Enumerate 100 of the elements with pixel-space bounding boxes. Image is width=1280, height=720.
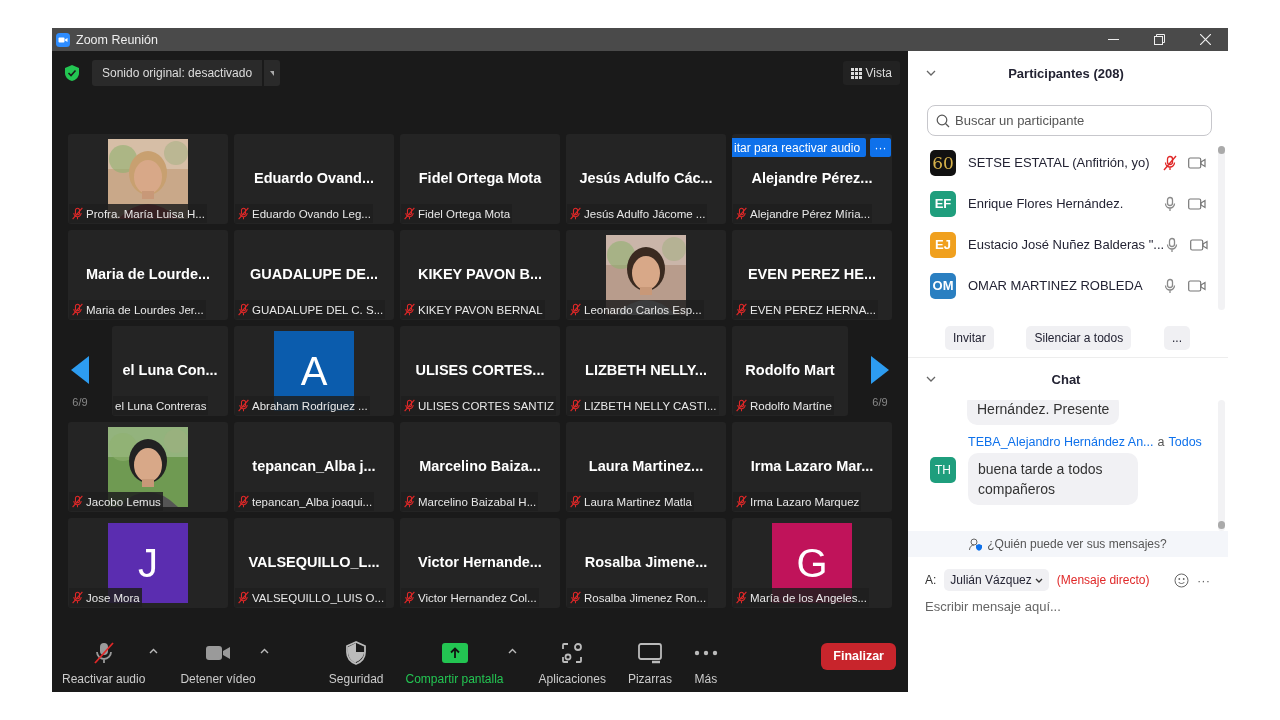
caret-icon[interactable]	[507, 648, 517, 654]
video-camera-icon[interactable]	[1190, 238, 1209, 251]
close-icon[interactable]	[1199, 34, 1211, 45]
participant-label: Laura Martinez Matla	[584, 495, 693, 508]
toolbar-button[interactable]: Compartir pantalla	[405, 640, 504, 686]
muted-mic-icon	[403, 399, 416, 412]
muted-mic-icon	[735, 207, 748, 220]
participant-row[interactable]: EF Enrique Flores Hernández.	[908, 183, 1228, 224]
participant-label: Rosalba Jimenez Ron...	[584, 591, 707, 604]
previous-page-arrow[interactable]	[71, 356, 89, 384]
panel-button[interactable]: ...	[1163, 326, 1190, 350]
muted-mic-icon	[569, 207, 582, 220]
muted-mic-icon	[403, 495, 416, 508]
participant-name: LIZBETH NELLY...	[585, 362, 707, 378]
toolbar-button[interactable]: Aplicaciones	[538, 640, 606, 686]
participant-name: EVEN PEREZ HE...	[747, 266, 877, 282]
muted-mic-icon	[237, 495, 250, 508]
sender-name[interactable]: TEBA_Alejandro Hernández An...	[968, 435, 1154, 449]
toolbar-button[interactable]: Seguridad	[328, 640, 384, 686]
muted-mic-icon	[237, 591, 250, 604]
view-button[interactable]: Vista	[842, 61, 900, 85]
mic-icon	[1162, 195, 1178, 212]
participant-label: KIKEY PAVON BERNAL	[418, 303, 543, 316]
toolbar-button[interactable]: Detener vídeo	[180, 640, 256, 686]
caret-icon[interactable]	[259, 648, 269, 654]
caret-icon[interactable]	[149, 648, 159, 654]
participant-label: ULISES CORTES SANTIZ	[418, 399, 554, 412]
apps-icon	[561, 642, 584, 664]
search-field[interactable]: Buscar un participante	[927, 105, 1212, 136]
participant-name: el Luna Con...	[122, 362, 218, 378]
participant-label: tepancan_Alba joaqui...	[252, 495, 373, 508]
chevron-down-icon[interactable]	[926, 70, 936, 76]
participant-label: Alejandre Pérez Míria...	[750, 207, 871, 220]
participant-name: GUADALUPE DE...	[249, 266, 379, 282]
muted-mic-icon	[71, 495, 84, 508]
participant-name: SETSE ESTATAL (Anfitrión, yo)	[968, 155, 1151, 170]
recipient-dropdown[interactable]: Julián Vázquez	[944, 569, 1049, 591]
participant-avatar: OM	[930, 272, 956, 299]
scrollbar[interactable]	[1218, 146, 1225, 310]
chat-message: Hernández. Presente	[967, 400, 1120, 425]
muted-mic-icon	[735, 495, 748, 508]
shield-icon	[345, 641, 368, 665]
participant-label: Jacobo Lemus	[86, 495, 161, 508]
video-camera-icon[interactable]	[1188, 279, 1206, 292]
muted-mic-icon	[237, 207, 250, 220]
participant-row[interactable]: 60 SETSE ESTATAL (Anfitrión, yo)	[908, 142, 1228, 183]
muted-mic-icon	[735, 399, 748, 412]
grid-icon	[850, 67, 862, 79]
toolbar-button[interactable]: Reactivar audio	[62, 640, 146, 686]
participant-name: OMAR MARTINEZ ROBLEDA	[968, 278, 1144, 293]
participant-name: Eustacio José Nuñez Balderas "...	[968, 237, 1165, 252]
dropdown-caret[interactable]	[264, 60, 281, 86]
more-icon	[693, 649, 718, 657]
participant-label: LIZBETH NELLY CASTI...	[584, 399, 717, 412]
video-camera-icon[interactable]	[1188, 156, 1206, 169]
scrollbar[interactable]	[1218, 400, 1225, 531]
participant-name: Jesús Adulfo Các...	[579, 170, 713, 186]
panel-button[interactable]: Invitar	[945, 326, 994, 350]
muted-mic-icon	[71, 207, 84, 220]
shield-check-icon[interactable]	[65, 65, 79, 81]
participant-name: KIKEY PAVON B...	[417, 266, 543, 282]
participant-name: ULISES CORTES...	[415, 362, 545, 378]
next-page-arrow[interactable]	[871, 356, 889, 384]
participant-avatar: 60	[930, 149, 956, 176]
participant-name: Marcelino Baiza...	[419, 458, 541, 474]
participant-row[interactable]: OM OMAR MARTINEZ ROBLEDA	[908, 265, 1228, 306]
muted-mic-icon	[569, 495, 582, 508]
participant-name: Victor Hernande...	[418, 554, 542, 570]
more-button[interactable]: ···	[1197, 572, 1210, 588]
toolbar-button[interactable]: Pizarras	[627, 640, 672, 686]
tile-menu-button[interactable]: ···	[870, 138, 892, 157]
participant-label: Victor Hernandez Col...	[418, 591, 537, 604]
people-shield-icon	[969, 537, 984, 551]
participant-row[interactable]: EJ Eustacio José Nuñez Balderas "...	[908, 224, 1228, 265]
toolbar-button[interactable]: Más	[693, 640, 718, 686]
muted-mic-icon	[735, 303, 748, 316]
window-title: Zoom Reunión	[76, 32, 159, 47]
chevron-down-icon[interactable]	[926, 376, 936, 382]
unmute-banner[interactable]: itar para reactivar audio	[732, 138, 867, 157]
participant-name: Maria de Lourde...	[85, 266, 211, 282]
participant-label: Maria de Lourdes Jer...	[86, 303, 204, 316]
recipient-name[interactable]: Todos	[1168, 435, 1202, 449]
minimize-icon[interactable]	[1107, 38, 1119, 41]
participant-label: Fidel Ortega Mota	[418, 207, 511, 220]
search-icon	[936, 114, 950, 128]
muted-mic-icon	[71, 303, 84, 316]
caret-icon	[1034, 577, 1043, 583]
mic-icon	[1162, 277, 1178, 294]
video-camera-icon[interactable]	[1188, 197, 1206, 210]
original-sound-button[interactable]: Sonido original: desactivado	[92, 60, 263, 86]
emoji-icon[interactable]	[1174, 572, 1189, 588]
participant-label: Jose Mora	[86, 591, 140, 604]
participant-avatar: EJ	[930, 231, 956, 258]
end-meeting-button[interactable]: Finalizar	[821, 642, 896, 670]
page-indicator: 6/9	[872, 396, 888, 408]
panel-button[interactable]: Silenciar a todos	[1026, 326, 1132, 350]
restore-icon[interactable]	[1153, 34, 1165, 45]
participant-name: Rosalba Jimene...	[584, 554, 708, 570]
muted-mic-icon	[569, 591, 582, 604]
recipient-prefix: a	[1157, 435, 1165, 449]
